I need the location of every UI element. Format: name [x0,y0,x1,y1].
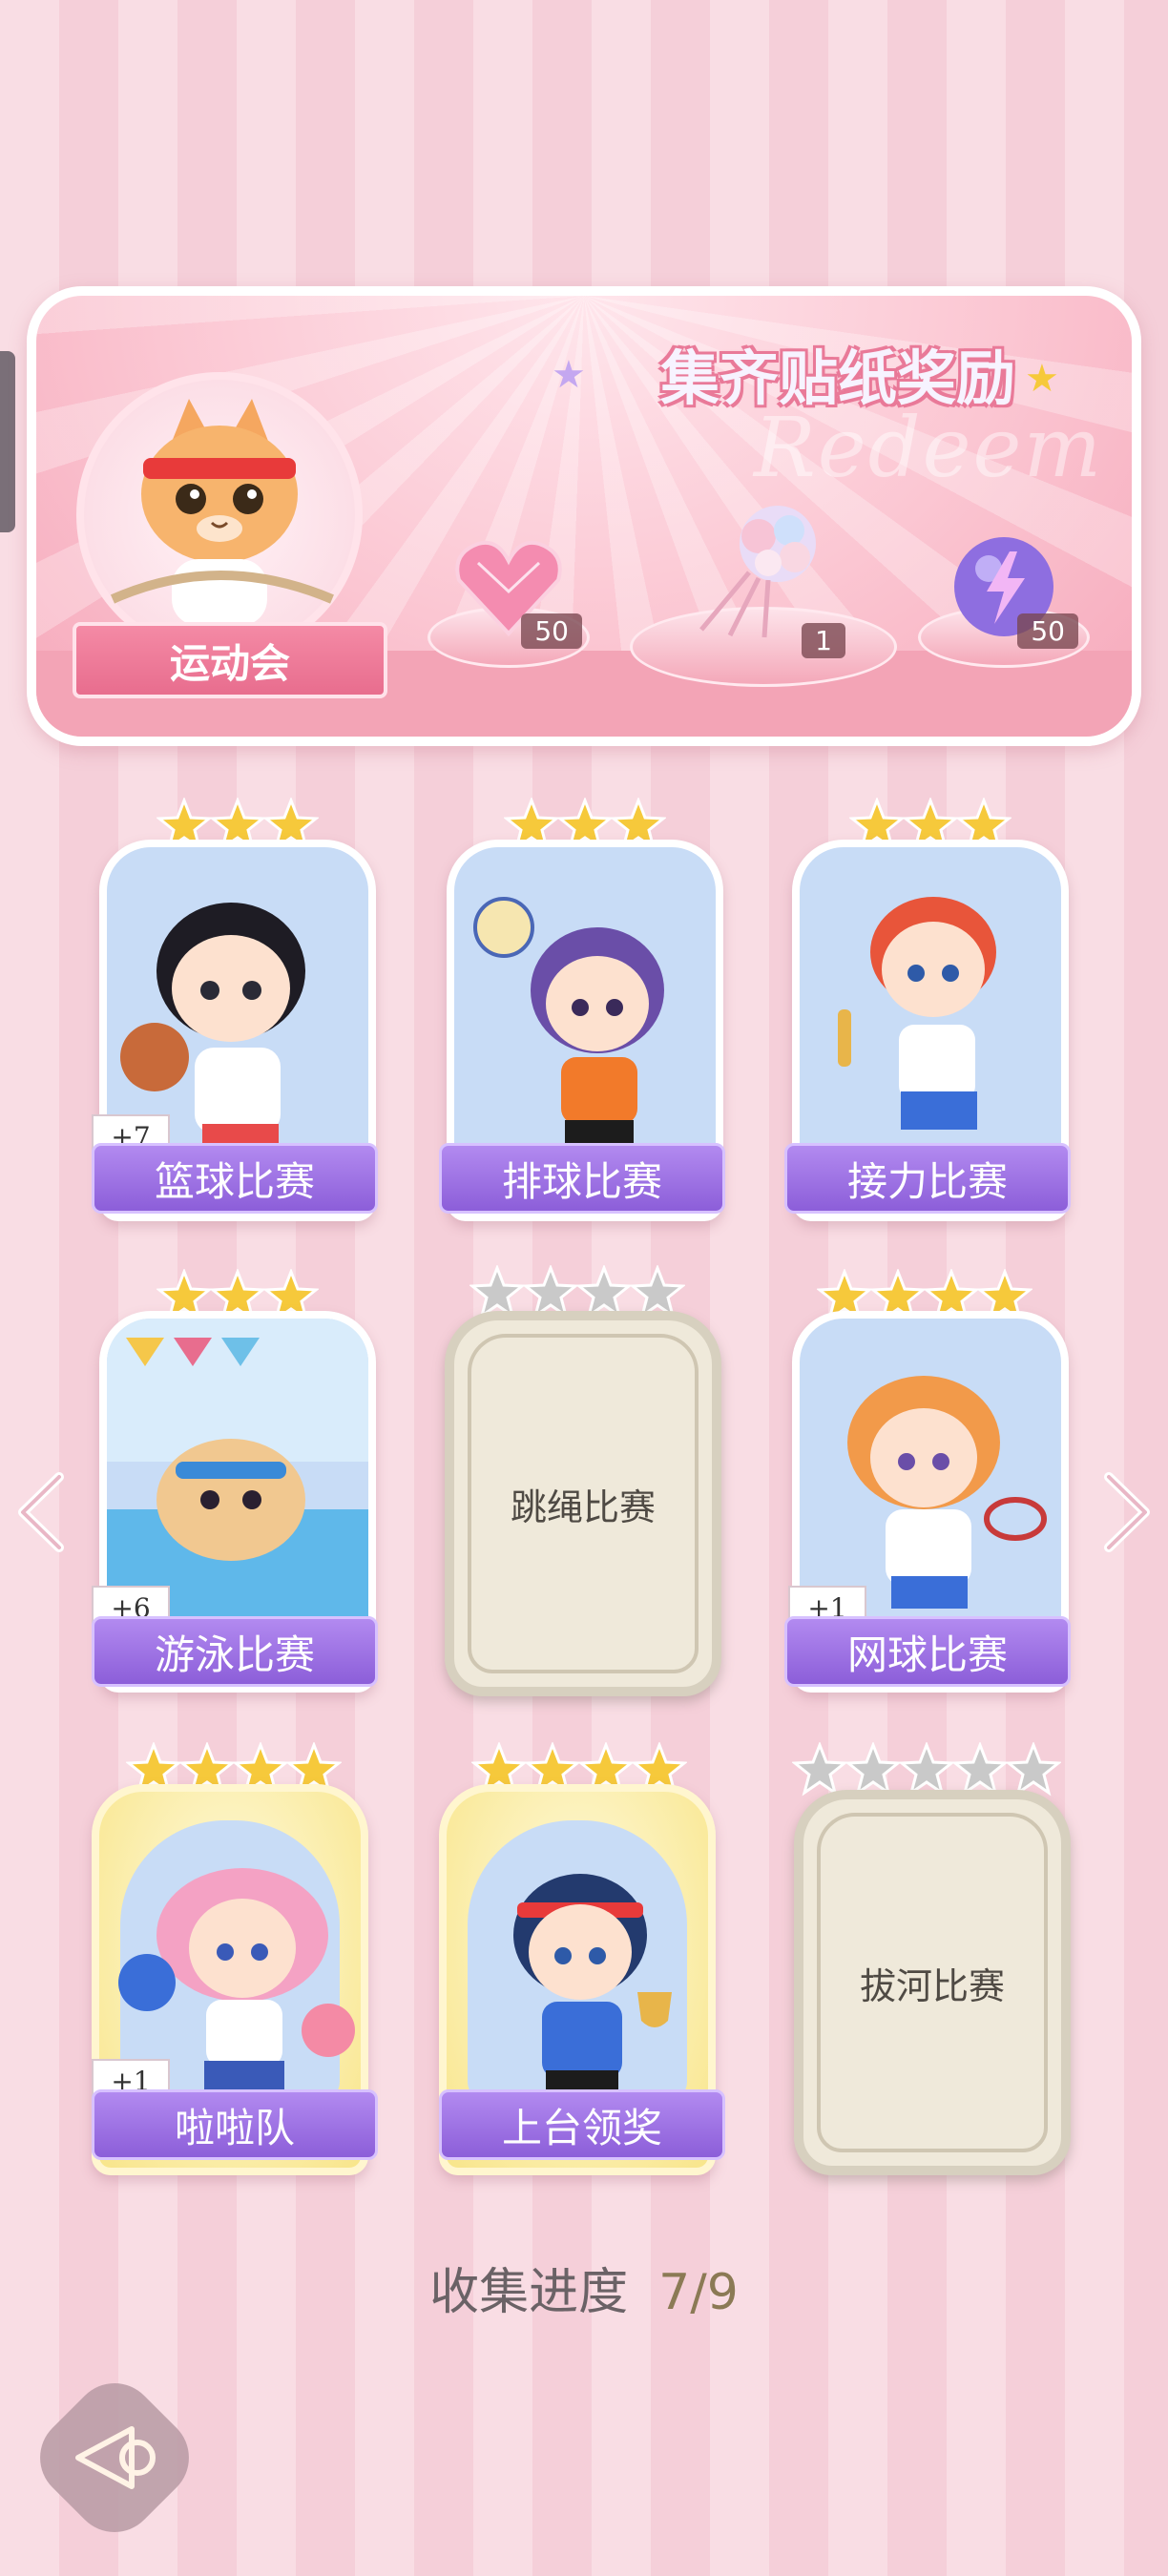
locked-sticker-jumprope[interactable]: 跳绳比赛 [445,1311,721,1696]
sticker-reward-panel: Redeem ★ ★ 集齐贴纸奖励 运动会 50 1 50 [27,286,1141,746]
sticker-card-label: 啦啦队 [92,2089,378,2160]
reward-count: 1 [802,623,845,658]
next-page-arrow[interactable] [1097,1469,1155,1555]
reward-slot-heart[interactable]: 50 [428,534,590,668]
progress-label: 收集进度 [429,2264,629,2321]
sticker-card-label: 篮球比赛 [92,1143,378,1214]
sticker-card-label: 上台领奖 [439,2089,725,2160]
star-icon [792,1742,847,1797]
locked-sticker-tugofwar[interactable]: 拔河比赛 [794,1790,1071,2175]
event-name-ribbon: 运动会 [73,622,387,698]
event-mascot-cat [76,372,363,658]
sparkle-star-icon: ★ [552,353,586,397]
locked-sticker-label: 拔河比赛 [859,1964,1005,2007]
reward-count: 50 [1017,613,1078,649]
flower-bouquet-icon [699,506,816,638]
cat-mascot-icon [110,399,334,626]
progress-value: 7/9 [658,2264,739,2321]
sticker-card-label: 排球比赛 [439,1143,725,1214]
sticker-card-label: 接力比赛 [784,1143,1071,1214]
sticker-card-label: 游泳比赛 [92,1616,378,1687]
back-arrow-icon [75,2426,156,2489]
previous-page-arrow[interactable] [13,1469,71,1555]
locked-sticker-label: 跳绳比赛 [510,1485,656,1528]
sticker-card-label: 网球比赛 [784,1616,1071,1687]
reward-slot-orb[interactable]: 50 [918,534,1090,668]
reward-count: 50 [521,613,582,649]
collection-progress: 收集进度 7/9 [0,2252,1168,2323]
reward-title: 集齐贴纸奖励 [659,343,1015,413]
reward-slot-bouquet[interactable]: 1 [630,496,897,687]
side-drawer-tab[interactable] [0,351,15,532]
